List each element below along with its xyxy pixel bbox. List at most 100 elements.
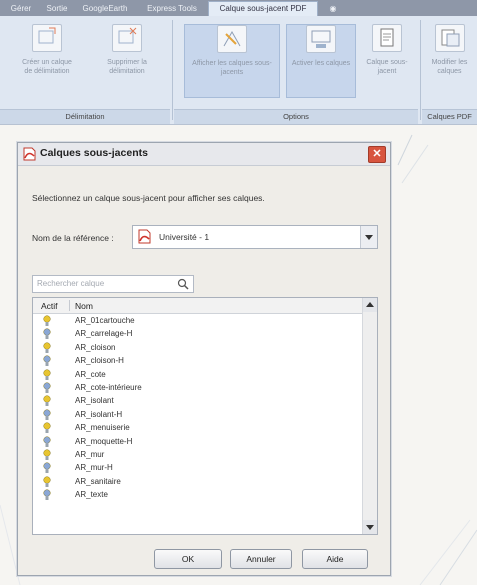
lightbulb-icon[interactable]	[43, 395, 51, 407]
enable-layers-label: Activer les calques	[291, 60, 351, 67]
layers-enable-icon	[306, 25, 336, 53]
ok-button[interactable]: OK	[154, 549, 222, 569]
dialog-title: Calques sous-jacents	[40, 147, 148, 159]
layer-name: AR_mur-H	[75, 463, 113, 473]
table-row[interactable]: AR_01cartouche	[33, 314, 363, 327]
lightbulb-icon[interactable]	[43, 315, 51, 327]
lightbulb-icon[interactable]	[43, 462, 51, 474]
layer-name: AR_cote	[75, 369, 106, 379]
lightbulb-icon[interactable]	[43, 382, 51, 394]
table-row[interactable]: AR_sanitaire	[33, 475, 363, 488]
layer-name: AR_cloison-H	[75, 356, 124, 366]
remove-clip-button[interactable]: Supprimer la délimitation	[100, 24, 154, 96]
panel-options: Afficher les calques sous-jacents Active…	[174, 16, 418, 124]
pdf-file-icon	[138, 229, 151, 244]
lightbulb-icon[interactable]	[43, 489, 51, 501]
clip-remove-icon	[112, 24, 142, 52]
underlay-layer-button[interactable]: Calque sous-jacent	[360, 24, 414, 96]
search-icon[interactable]	[177, 278, 189, 290]
search-placeholder: Rechercher calque	[37, 279, 105, 288]
layer-name: AR_sanitaire	[75, 476, 121, 486]
clip-create-icon	[32, 24, 62, 52]
list-header: Actif Nom	[33, 298, 377, 314]
layer-search-input[interactable]: Rechercher calque	[32, 275, 194, 293]
table-row[interactable]: AR_cloison	[33, 341, 363, 354]
underlay-doc-icon	[372, 24, 402, 52]
column-header-name[interactable]: Nom	[75, 301, 93, 311]
layer-rows: AR_01cartouche AR_carrelage-H AR_cloison AR…	[33, 314, 363, 501]
table-row[interactable]: AR_isolant-H	[33, 408, 363, 421]
vertical-scrollbar[interactable]	[362, 298, 377, 534]
instruction-text: Sélectionnez un calque sous-jacent pour …	[32, 193, 265, 203]
panel-divider	[172, 20, 173, 120]
layer-name: AR_isolant-H	[75, 409, 123, 419]
chevron-down-icon[interactable]	[360, 226, 377, 248]
show-layers-button[interactable]: Afficher les calques sous-jacents	[184, 24, 280, 98]
table-row[interactable]: AR_menuiserie	[33, 421, 363, 434]
tab-express-tools[interactable]: Express Tools	[138, 2, 206, 16]
create-clip-button[interactable]: Créer un calque de délimitation	[20, 24, 74, 96]
ribbon: Créer un calque de délimitation Supprime…	[0, 16, 477, 125]
lightbulb-icon[interactable]	[43, 369, 51, 381]
table-row[interactable]: AR_cote	[33, 368, 363, 381]
lightbulb-icon[interactable]	[43, 435, 51, 448]
panel-calques-pdf: Modifier les calques Calques PDF	[422, 16, 477, 124]
underlay-layers-dialog: Calques sous-jacents ✕ Sélectionnez un c…	[17, 142, 391, 576]
layer-name: AR_texte	[75, 490, 108, 500]
lightbulb-icon[interactable]	[43, 355, 51, 367]
table-row[interactable]: AR_texte	[33, 488, 363, 501]
cancel-button[interactable]: Annuler	[230, 549, 292, 569]
layer-list[interactable]: Actif Nom AR_01cartouche AR_carrelage-H AR…	[32, 297, 378, 535]
lightbulb-icon[interactable]	[43, 476, 51, 488]
table-row[interactable]: AR_mur-H	[33, 461, 363, 474]
help-button[interactable]: Aide	[302, 549, 368, 569]
layer-name: AR_carrelage-H	[75, 329, 133, 339]
create-clip-label: Créer un calque de délimitation	[22, 59, 72, 75]
panel-title-delimitation: Délimitation	[0, 109, 170, 124]
lightbulb-icon[interactable]	[43, 422, 51, 434]
column-header-active[interactable]: Actif	[41, 301, 58, 311]
layer-name: AR_menuiserie	[75, 423, 130, 433]
panel-title-calques-pdf: Calques PDF	[422, 109, 477, 124]
reference-value: Université - 1	[159, 232, 210, 242]
ribbon-tab-bar: Gérer Sortie GoogleEarth Express Tools C…	[0, 0, 477, 16]
layer-name: AR_moquette-H	[75, 436, 133, 446]
table-row[interactable]: AR_mur	[33, 448, 363, 461]
table-row[interactable]: AR_isolant	[33, 394, 363, 407]
table-row[interactable]: AR_moquette-H	[33, 435, 363, 448]
layers-show-icon	[217, 25, 247, 53]
layer-name: AR_cote-intérieure	[75, 382, 142, 392]
lightbulb-icon[interactable]	[43, 409, 51, 421]
layers-modify-icon	[434, 24, 465, 52]
scroll-down-icon[interactable]	[363, 520, 377, 534]
enable-layers-button[interactable]: Activer les calques	[286, 24, 356, 98]
tab-googleearth[interactable]: GoogleEarth	[76, 2, 134, 16]
tab-calque-sous-jacent-pdf[interactable]: Calque sous-jacent PDF	[208, 1, 318, 16]
column-divider	[69, 300, 70, 311]
panel-divider	[420, 20, 421, 120]
reference-dropdown[interactable]: Université - 1	[132, 225, 378, 249]
modify-layers-button[interactable]: Modifier les calques	[422, 24, 477, 96]
lightbulb-icon[interactable]	[43, 328, 51, 340]
scroll-up-icon[interactable]	[363, 298, 377, 312]
remove-clip-label: Supprimer la délimitation	[107, 59, 147, 75]
table-row[interactable]: AR_cote-intérieure	[33, 381, 363, 394]
tab-options-menu[interactable]: ◉	[320, 2, 346, 16]
table-row[interactable]: AR_carrelage-H	[33, 327, 363, 340]
modify-layers-label: Modifier les calques	[431, 59, 468, 75]
layer-name: AR_isolant	[75, 396, 114, 406]
close-icon: ✕	[372, 148, 382, 160]
table-row[interactable]: AR_cloison-H	[33, 354, 363, 367]
layer-name: AR_cloison	[75, 342, 116, 352]
lightbulb-icon[interactable]	[43, 342, 51, 354]
tab-gerer[interactable]: Gérer	[4, 2, 38, 16]
reference-label: Nom de la référence :	[32, 233, 114, 243]
panel-title-options: Options	[174, 109, 418, 124]
pdf-icon	[23, 147, 36, 161]
show-layers-label: Afficher les calques sous-jacents	[192, 60, 272, 76]
tab-sortie[interactable]: Sortie	[40, 2, 74, 16]
dialog-title-bar[interactable]: Calques sous-jacents ✕	[18, 143, 390, 166]
panel-delimitation: Créer un calque de délimitation Supprime…	[0, 16, 170, 124]
lightbulb-icon[interactable]	[43, 449, 51, 461]
close-button[interactable]: ✕	[368, 146, 386, 163]
